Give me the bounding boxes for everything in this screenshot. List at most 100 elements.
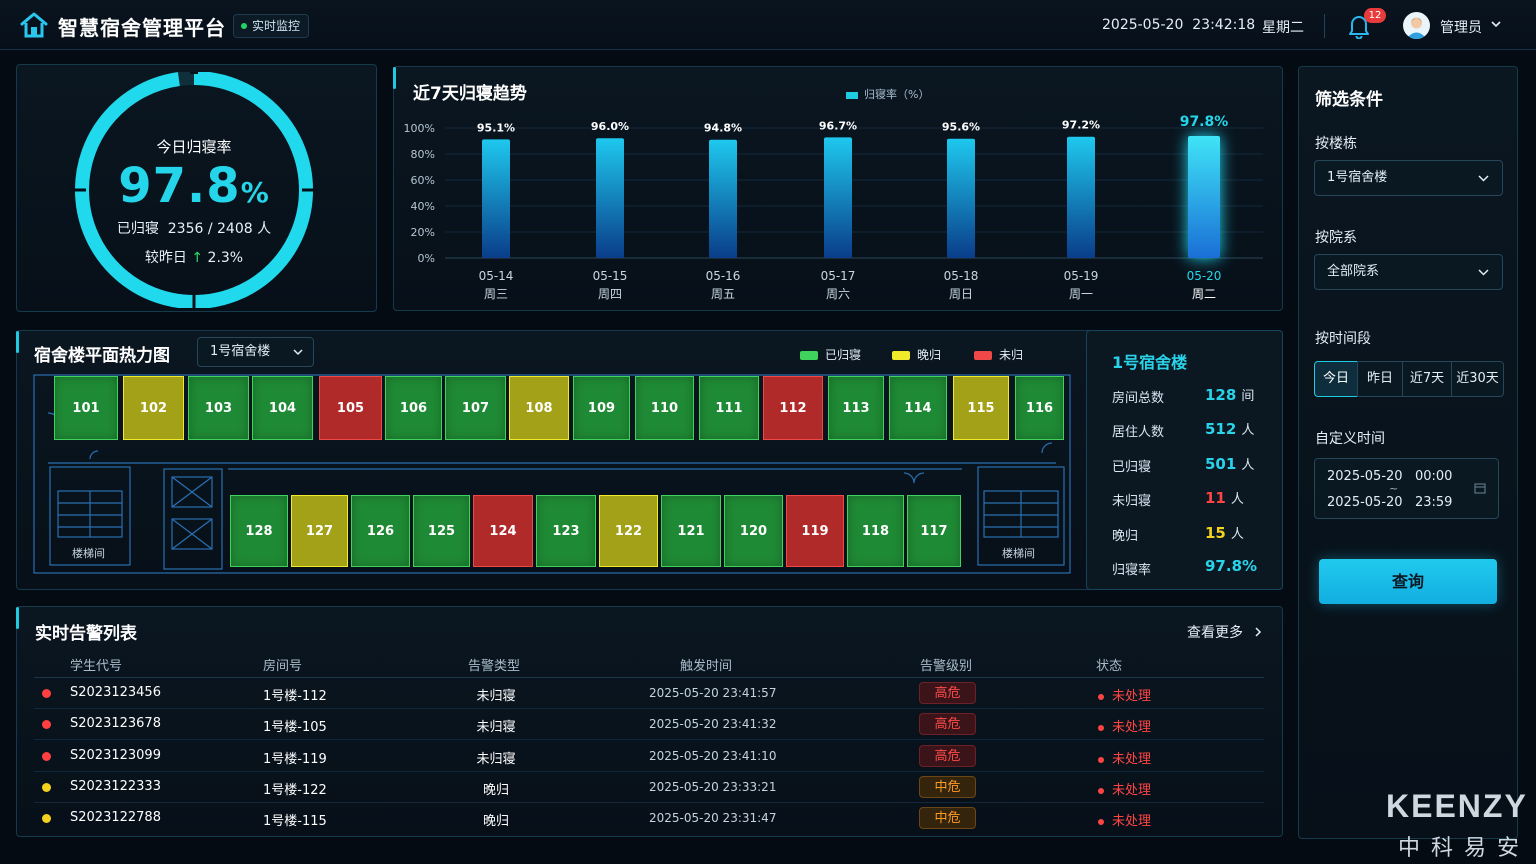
calendar-icon[interactable]	[1474, 482, 1486, 494]
date-end[interactable]: 2025-05-20 23:59	[1327, 495, 1452, 510]
heatmap-title: 宿舍楼平面热力图	[34, 346, 170, 366]
room-116[interactable]: 116	[1015, 376, 1064, 440]
dept-filter-select[interactable]: 全部院系	[1314, 254, 1503, 290]
room-103[interactable]: 103	[188, 376, 249, 440]
x-tick-label: 05-15	[593, 269, 628, 283]
status-label: 未处理	[1112, 752, 1152, 767]
compare-value: 2.3%	[207, 250, 244, 266]
bar-05-17[interactable]	[824, 137, 852, 258]
stat-unit: 间	[1241, 389, 1255, 404]
stat-label: 房间总数	[1112, 391, 1165, 406]
table-row[interactable]: S2023123456 1号楼-112 未归寝 2025-05-20 23:41:57…	[34, 678, 1264, 709]
table-row[interactable]: S2023123099 1号楼-119 未归寝 2025-05-20 23:41:10…	[34, 741, 1264, 772]
status-label: 未处理	[1112, 814, 1152, 829]
cell-alert-type: 晚归	[482, 814, 509, 829]
bar-05-15[interactable]	[596, 138, 624, 258]
avatar[interactable]	[1403, 12, 1430, 39]
room-118[interactable]: 118	[847, 495, 904, 567]
room-102[interactable]: 102	[123, 376, 184, 440]
room-113[interactable]: 113	[828, 376, 884, 440]
room-111[interactable]: 111	[699, 376, 759, 440]
bar-05-16[interactable]	[709, 139, 737, 258]
severity-dot-icon	[42, 814, 51, 823]
col-room: 房间号	[263, 659, 303, 674]
room-121[interactable]: 121	[661, 495, 721, 567]
room-105[interactable]: 105	[319, 376, 382, 440]
room-120[interactable]: 120	[724, 495, 783, 567]
table-row[interactable]: S2023123678 1号楼-105 未归寝 2025-05-20 23:41:32…	[34, 709, 1264, 740]
period-yesterday-tab[interactable]: 昨日	[1357, 361, 1403, 397]
bar-05-18[interactable]	[947, 138, 975, 258]
room-108[interactable]: 108	[509, 376, 569, 440]
user-name[interactable]: 管理员	[1440, 17, 1482, 37]
see-more-link[interactable]: 查看更多	[1187, 622, 1263, 642]
status-label: 未处理	[1112, 720, 1152, 735]
chevron-down-icon[interactable]	[1490, 18, 1502, 30]
x-tick-label: 05-16	[706, 269, 741, 283]
legend-absent: 未归	[974, 346, 1023, 363]
room-107[interactable]: 107	[445, 376, 506, 440]
y-tick-label: 0%	[418, 252, 435, 265]
room-104[interactable]: 104	[252, 376, 313, 440]
current-datetime: 2025-05-20 23:42:18	[1102, 17, 1256, 33]
live-monitor-badge[interactable]: 实时监控	[233, 14, 310, 38]
rate-value-unit: %	[240, 176, 270, 209]
see-more-label: 查看更多	[1187, 625, 1243, 641]
building-filter-value: 1号宿舍楼	[1327, 170, 1388, 185]
room-125[interactable]: 125	[413, 495, 470, 567]
room-117[interactable]: 117	[907, 495, 961, 567]
status-dot-icon	[1098, 787, 1104, 794]
bar-value-label: 97.8%	[1180, 114, 1229, 130]
room-110[interactable]: 110	[635, 376, 694, 440]
brand-watermark-en: KEENZY	[1386, 788, 1528, 824]
room-115[interactable]: 115	[953, 376, 1009, 440]
table-row[interactable]: S2023122788 1号楼-115 晚归 2025-05-20 23:31:47 中…	[34, 803, 1264, 834]
status-dot-icon	[1098, 693, 1104, 700]
stat-label: 归寝率	[1112, 563, 1152, 578]
current-weekday: 星期二	[1262, 20, 1304, 36]
period-30days-tab[interactable]: 近30天	[1451, 361, 1504, 397]
cell-alert-type: 晚归	[482, 783, 509, 798]
cell-trigger-time: 2025-05-20 23:41:32	[649, 717, 777, 731]
room-106[interactable]: 106	[385, 376, 442, 440]
table-row[interactable]: S2023122333 1号楼-122 晚归 2025-05-20 23:33:21 中…	[34, 772, 1264, 803]
room-112[interactable]: 112	[763, 376, 823, 440]
room-126[interactable]: 126	[351, 495, 410, 567]
period-7days-tab[interactable]: 近7天	[1402, 361, 1452, 397]
bar-05-20[interactable]	[1188, 135, 1220, 258]
floor-plan: 101 102 103 104 105 106 107 108 109 110 111 112 113 1…	[32, 373, 1072, 575]
bar-05-19[interactable]	[1067, 136, 1095, 258]
stat-value: 11	[1205, 489, 1226, 507]
severity-dot-icon	[42, 783, 51, 792]
room-128[interactable]: 128	[230, 495, 288, 567]
period-today-tab[interactable]: 今日	[1314, 361, 1358, 397]
room-109[interactable]: 109	[573, 376, 630, 440]
stat-value: 97.8%	[1205, 557, 1258, 575]
legend-swatch-red	[974, 351, 992, 360]
room-123[interactable]: 123	[536, 495, 596, 567]
date-range-picker[interactable]: 2025-05-20 00:00 ~ 2025-05-20 23:59	[1314, 458, 1499, 519]
room-124[interactable]: 124	[473, 495, 533, 567]
room-127[interactable]: 127	[291, 495, 348, 567]
panel-accent	[16, 607, 19, 629]
room-101[interactable]: 101	[54, 376, 118, 440]
alerts-title: 实时告警列表	[35, 624, 137, 644]
stat-value-group: 501 人	[1205, 454, 1254, 473]
room-122[interactable]: 122	[599, 495, 658, 567]
rate-value-number: 97.8	[118, 158, 241, 214]
dept-filter-label: 按院系	[1315, 230, 1357, 246]
heatmap-building-select[interactable]: 1号宿舍楼	[197, 337, 314, 367]
custom-time-label: 自定义时间	[1315, 431, 1385, 447]
stat-row: 房间总数 128 间	[1112, 386, 1272, 406]
stat-label: 居住人数	[1112, 425, 1165, 440]
live-badge-label: 实时监控	[252, 19, 301, 33]
level-tag: 高危	[919, 745, 976, 767]
building-filter-select[interactable]: 1号宿舍楼	[1314, 160, 1503, 196]
room-119[interactable]: 119	[786, 495, 844, 567]
col-alert-type: 告警类型	[468, 659, 521, 674]
bar-05-14[interactable]	[482, 139, 510, 258]
cell-student-id: S2023123099	[70, 748, 161, 763]
query-button[interactable]: 查询	[1319, 559, 1497, 604]
room-114[interactable]: 114	[889, 376, 947, 440]
stat-value: 501	[1205, 455, 1237, 473]
